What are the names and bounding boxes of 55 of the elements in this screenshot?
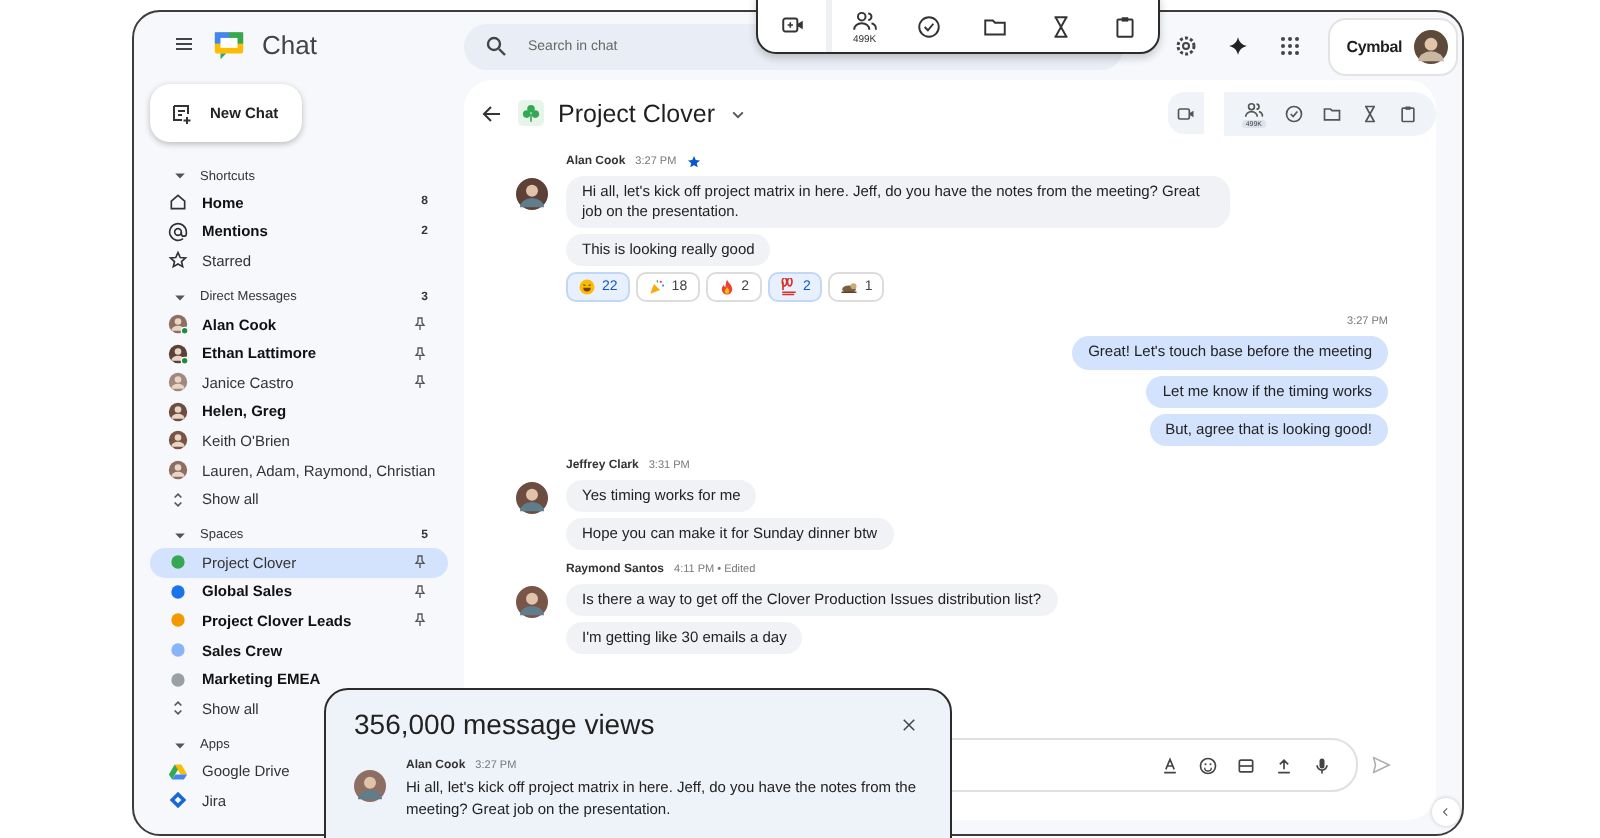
caret-icon[interactable] [172,168,188,184]
people-icon[interactable] [1243,99,1264,119]
hourglass-icon[interactable] [1360,103,1380,123]
video-icon [1175,103,1196,123]
chevron-left-icon [1440,806,1452,818]
avatar-icon [168,372,188,393]
hundred-points-icon [779,278,797,297]
avatar-icon [168,460,188,481]
account-chip[interactable]: Cymbal [1330,19,1456,73]
folder-icon[interactable] [1322,103,1342,123]
people-icon[interactable] [851,8,878,34]
chat-logo-icon [212,27,246,61]
apps-grid-icon[interactable] [1278,34,1303,58]
clover-icon [518,100,544,126]
video-call-button[interactable] [1167,92,1204,134]
flame-icon [717,278,736,297]
emoji-icon[interactable] [1198,755,1218,775]
gif-box-icon[interactable] [1236,755,1256,775]
laughing-face-icon [578,278,596,297]
star-icon[interactable] [686,154,703,170]
close-icon[interactable] [900,715,918,733]
expand-icon [168,698,188,719]
popup-title: 356,000 message views [354,708,655,740]
avatar-icon [516,178,548,210]
avatar-icon [1414,29,1448,63]
sparkle-icon[interactable] [1226,34,1251,58]
menu-icon[interactable] [172,32,196,56]
clipboard-icon[interactable] [1398,103,1418,123]
clipboard-icon[interactable] [1112,14,1139,40]
upload-icon[interactable] [1274,755,1294,775]
avatar-icon [168,430,188,451]
star-icon [168,250,188,271]
back-arrow-icon[interactable] [480,101,504,125]
microphone-icon[interactable] [1312,755,1332,775]
avatar-icon [516,481,548,514]
app-title: Chat [262,29,317,59]
drive-icon [168,761,188,782]
text-format-icon[interactable] [1160,755,1180,775]
avatar-icon [516,586,548,618]
settings-icon[interactable] [1174,34,1199,58]
conversation-title[interactable]: Project Clover [558,99,715,127]
search-icon [484,34,508,58]
diamond-icon [168,790,188,811]
account-label: Cymbal [1346,37,1402,55]
new-chat-icon [170,101,194,125]
home-icon [168,192,188,213]
party-popper-icon [647,278,666,297]
avatar-icon [354,770,386,802]
avatar-icon [168,401,188,422]
collapse-button[interactable] [1432,798,1460,826]
check-circle-icon[interactable] [916,14,943,40]
expand-icon [168,489,188,510]
folder-icon[interactable] [981,14,1008,40]
check-circle-icon[interactable] [1284,103,1304,123]
at-sign-icon [168,221,188,242]
